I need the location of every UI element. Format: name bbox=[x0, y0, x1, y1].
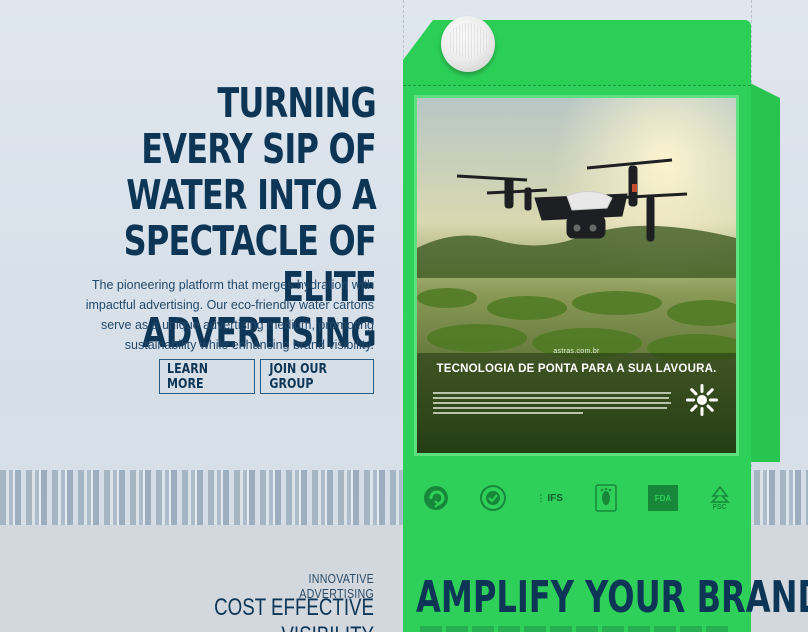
hero-description-line: impactful advertising. Our eco-friendly … bbox=[85, 298, 374, 312]
ad-url: astras.com.br bbox=[553, 348, 600, 355]
join-our-group-button[interactable]: Join our group bbox=[260, 359, 374, 394]
ifs-label: IFS bbox=[547, 492, 563, 504]
carton-seam bbox=[403, 85, 751, 86]
hero-title-line: Turning every sip of bbox=[141, 79, 377, 173]
fda-badge: FDA bbox=[647, 485, 678, 511]
recycle-icon bbox=[421, 483, 451, 513]
hero-title-line: water into a bbox=[126, 171, 377, 219]
ad-fine-print bbox=[433, 392, 671, 414]
hero-description-line: sustainability while enhancing brand vis… bbox=[124, 338, 374, 352]
join-our-group-label: Join our group bbox=[269, 361, 327, 392]
fsc-tree-icon bbox=[709, 485, 730, 503]
features-title-text: Cost effective visibility bbox=[214, 594, 374, 632]
carton-side-flap bbox=[748, 82, 780, 462]
brand-logo-icon bbox=[686, 384, 718, 416]
certification-row: ⋮ IFS FDA FSC bbox=[408, 476, 748, 520]
fsc-label: FSC bbox=[712, 503, 727, 511]
learn-more-button[interactable]: Learn more bbox=[159, 359, 255, 394]
hero-description-line: serve as a unique advertising medium, pr… bbox=[100, 318, 374, 332]
ad-body-text bbox=[433, 390, 673, 422]
learn-more-label: Learn more bbox=[167, 361, 208, 392]
hero-description: The pioneering platform that merges hydr… bbox=[58, 275, 374, 355]
carton-ad-panel: astras.com.br TECNOLOGIA DE PONTA PARA A… bbox=[414, 95, 739, 456]
features-title: Cost effective visibility bbox=[100, 594, 374, 632]
footprint-icon bbox=[591, 483, 621, 513]
hero-description-line: The pioneering platform that merges hydr… bbox=[91, 278, 374, 292]
amplify-subtext-partial bbox=[420, 626, 730, 632]
fsc-badge: FSC bbox=[705, 483, 735, 513]
ad-headline: TECNOLOGIA DE PONTA PARA A SUA LAVOURA. bbox=[436, 363, 717, 375]
amplify-headline: Amplify your brand bbox=[416, 572, 808, 623]
ifs-badge: ⋮ IFS bbox=[535, 483, 565, 513]
bottle-cap bbox=[441, 16, 495, 72]
fda-label: FDA bbox=[654, 493, 672, 503]
ifs-dot-icon: ⋮ bbox=[536, 492, 546, 503]
certified-quality-icon bbox=[478, 483, 508, 513]
